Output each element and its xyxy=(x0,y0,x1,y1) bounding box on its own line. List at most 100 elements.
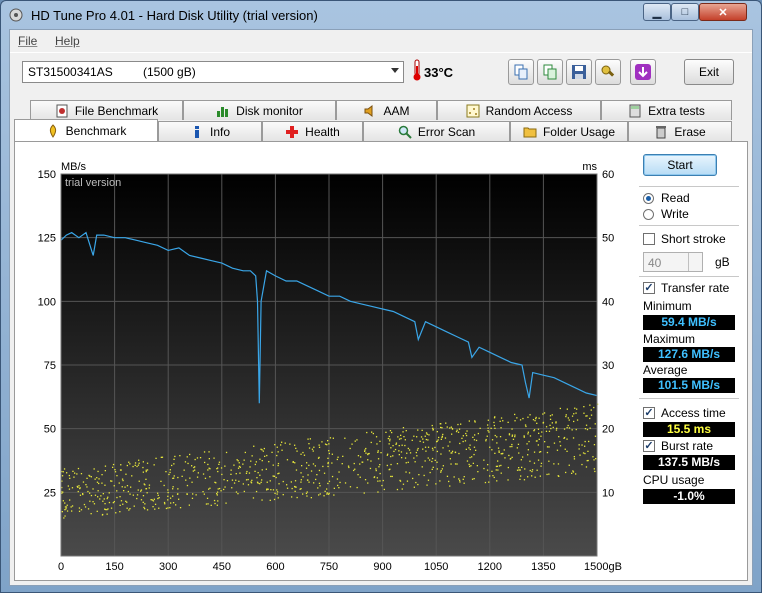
copy-screenshot-button[interactable] xyxy=(537,59,563,85)
access-time-point xyxy=(204,461,206,464)
tab-aam[interactable]: AAM xyxy=(336,100,437,120)
menu-help[interactable]: Help xyxy=(55,34,80,48)
access-time-point xyxy=(400,437,402,440)
access-time-point xyxy=(359,463,361,465)
copy-info-button[interactable] xyxy=(508,59,534,85)
access-time-point xyxy=(136,497,138,500)
access-time-point xyxy=(191,497,194,499)
exit-button[interactable]: Exit xyxy=(684,59,734,85)
tab-benchmark[interactable]: Benchmark xyxy=(14,119,158,141)
access-time-value: 15.5 ms xyxy=(643,422,735,437)
access-time-point xyxy=(473,439,476,441)
access-time-point xyxy=(90,494,93,497)
access-time-point xyxy=(398,450,400,452)
access-time-point xyxy=(306,479,309,481)
access-time-point xyxy=(587,459,589,462)
access-time-point xyxy=(526,443,528,445)
access-time-point xyxy=(491,449,493,451)
access-time-point xyxy=(193,466,195,469)
start-button[interactable]: Start xyxy=(643,154,717,176)
access-time-point xyxy=(446,426,448,428)
access-time-point xyxy=(119,504,121,506)
drive-select[interactable]: ST31500341AS (1500 gB) xyxy=(22,61,404,83)
access-time-point xyxy=(581,444,583,446)
access-time-point xyxy=(172,495,174,497)
write-radio[interactable] xyxy=(643,209,654,220)
transfer-rate-checkbox[interactable]: ✓ xyxy=(643,282,655,294)
access-time-point xyxy=(65,506,68,508)
access-time-point xyxy=(294,486,296,488)
tab-disk-monitor[interactable]: Disk monitor xyxy=(183,100,336,120)
access-time-point xyxy=(476,465,478,467)
magnifier-icon xyxy=(398,125,412,139)
access-time-point xyxy=(318,469,321,472)
access-time-point xyxy=(308,443,310,445)
burst-rate-checkbox[interactable]: ✓ xyxy=(643,440,655,452)
access-time-point xyxy=(106,509,108,511)
access-time-point xyxy=(231,487,233,489)
access-time-point xyxy=(386,464,388,467)
access-time-point xyxy=(216,494,218,496)
short-stroke-checkbox[interactable] xyxy=(643,233,655,245)
tab-extra-tests[interactable]: Extra tests xyxy=(601,100,732,120)
access-time-point xyxy=(511,456,513,458)
access-time-point xyxy=(529,469,531,472)
access-time-point xyxy=(502,420,504,422)
access-time-point xyxy=(449,458,451,460)
access-time-point xyxy=(398,454,400,456)
access-time-point xyxy=(471,478,474,480)
tab-file-benchmark[interactable]: File Benchmark xyxy=(30,100,183,120)
access-time-point xyxy=(543,412,546,414)
menu-file[interactable]: File xyxy=(18,34,37,48)
tab-erase[interactable]: Erase xyxy=(628,121,732,141)
spinner-arrows-icon[interactable] xyxy=(688,253,702,271)
access-time-point xyxy=(295,447,297,449)
access-time-point xyxy=(254,463,256,466)
minimize-button[interactable]: ▁ xyxy=(643,3,671,21)
access-time-point xyxy=(106,497,108,500)
access-time-point xyxy=(143,506,145,509)
access-time-point xyxy=(167,495,169,497)
maximize-button[interactable]: □ xyxy=(671,3,699,21)
tab-random-access[interactable]: Random Access xyxy=(437,100,601,120)
access-time-point xyxy=(487,424,489,426)
download-button[interactable] xyxy=(630,59,656,85)
access-time-point xyxy=(563,428,566,430)
access-time-point xyxy=(312,450,314,452)
access-time-point xyxy=(377,451,379,453)
access-time-point xyxy=(396,488,399,491)
copy-icon xyxy=(514,64,528,80)
access-time-point xyxy=(576,419,579,421)
x-tick-label: 450 xyxy=(213,561,231,573)
access-time-point xyxy=(73,476,75,478)
minimum-label: Minimum xyxy=(643,299,692,313)
access-time-point xyxy=(275,476,277,479)
save-button[interactable] xyxy=(566,59,592,85)
tab-info[interactable]: Info xyxy=(158,121,262,141)
access-time-point xyxy=(79,494,82,496)
read-radio[interactable] xyxy=(643,193,654,204)
access-time-point xyxy=(486,469,489,471)
access-time-point xyxy=(486,435,488,437)
close-button[interactable]: ✕ xyxy=(699,3,747,21)
tab-folder-usage[interactable]: Folder Usage xyxy=(510,121,628,141)
options-button[interactable] xyxy=(595,59,621,85)
tab-label: AAM xyxy=(383,103,410,118)
tab-error-scan[interactable]: Error Scan xyxy=(363,121,510,141)
access-time-point xyxy=(573,458,576,460)
access-time-point xyxy=(305,467,308,469)
tab-health[interactable]: Health xyxy=(262,121,363,141)
access-time-point xyxy=(524,468,526,470)
y-right-tick-label: 30 xyxy=(602,360,614,372)
access-time-point xyxy=(276,446,278,448)
access-time-checkbox[interactable]: ✓ xyxy=(643,407,655,419)
access-time-point xyxy=(446,475,449,477)
access-time-point xyxy=(259,483,261,485)
access-time-point xyxy=(398,438,401,440)
average-value: 101.5 MB/s xyxy=(643,378,735,393)
transfer-rate-label: Transfer rate xyxy=(661,281,730,295)
title-bar[interactable]: HD Tune Pro 4.01 - Hard Disk Utility (tr… xyxy=(1,1,761,29)
tab-label: Extra tests xyxy=(648,103,705,118)
short-stroke-spinner[interactable]: 40 xyxy=(643,252,703,272)
access-time-point xyxy=(412,477,414,480)
